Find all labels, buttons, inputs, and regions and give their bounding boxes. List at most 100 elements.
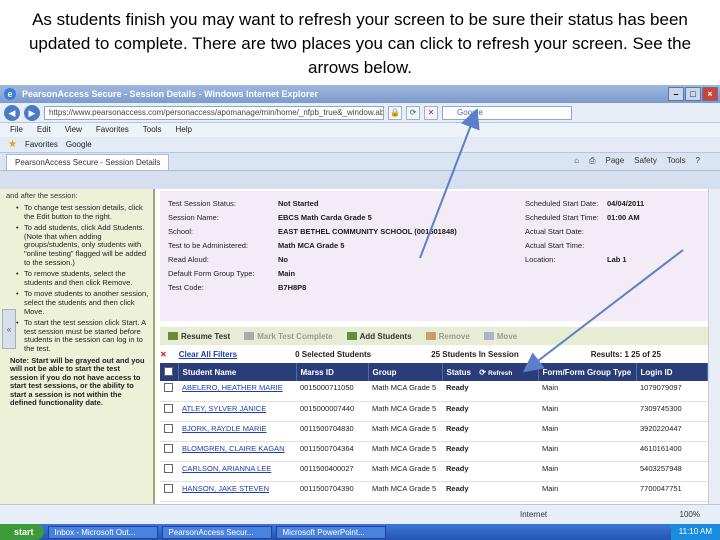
detail-location: Location: Lab 1 bbox=[525, 255, 627, 264]
refresh-link[interactable]: Refresh bbox=[488, 370, 512, 377]
row-checkbox[interactable] bbox=[164, 423, 173, 433]
stop-icon[interactable]: ✕ bbox=[424, 105, 438, 120]
menu-favorites[interactable]: Favorites bbox=[96, 123, 129, 137]
menu-view[interactable]: View bbox=[65, 123, 82, 137]
row-checkbox[interactable] bbox=[164, 383, 173, 392]
form-cell: Main bbox=[538, 481, 636, 502]
add-students-icon bbox=[346, 332, 357, 340]
sidebar-item: To change test session details, click th… bbox=[6, 203, 149, 221]
group-cell: Math MCA Grade 5 bbox=[368, 381, 442, 402]
remove-button[interactable]: Remove bbox=[425, 332, 470, 341]
table-row: BJORK, RAYDLE MARIE 0011500704830 Math M… bbox=[160, 421, 708, 442]
form-cell: Main bbox=[538, 461, 636, 482]
close-icon[interactable]: × bbox=[702, 87, 718, 101]
page-menu[interactable]: Page bbox=[605, 156, 624, 166]
home-icon[interactable]: ⌂ bbox=[574, 156, 579, 166]
help-icon[interactable]: ? bbox=[696, 156, 700, 166]
minimize-icon[interactable]: – bbox=[668, 87, 684, 101]
menu-bar: File Edit View Favorites Tools Help bbox=[0, 123, 720, 137]
login-id-cell: 7700047751 bbox=[636, 481, 708, 502]
form-cell: Main bbox=[538, 381, 636, 402]
marss-id-cell: 0015000711050 bbox=[296, 381, 368, 402]
row-checkbox[interactable] bbox=[164, 443, 173, 453]
marss-id-cell: 0011500400027 bbox=[296, 461, 368, 482]
taskbar-item-ie[interactable]: PearsonAccess Secur... bbox=[161, 525, 272, 539]
print-icon[interactable]: ⎙ bbox=[589, 156, 595, 166]
clear-filters-link[interactable]: Clear All Filters bbox=[179, 350, 237, 359]
move-button[interactable]: Move bbox=[483, 332, 517, 341]
group-cell: Math MCA Grade 5 bbox=[368, 461, 442, 482]
group-cell: Math MCA Grade 5 bbox=[368, 421, 442, 442]
address-bar-row: ◀ ▶ https://www.pearsonaccess.com/person… bbox=[0, 103, 720, 123]
window-titlebar: e PearsonAccess Secure - Session Details… bbox=[0, 85, 720, 103]
table-row: ABELERO, HEATHER MARIE 0015000711050 Mat… bbox=[160, 381, 708, 402]
row-checkbox[interactable] bbox=[164, 463, 173, 473]
mark-complete-button[interactable]: Mark Test Complete bbox=[244, 332, 333, 341]
form-cell: Main bbox=[538, 421, 636, 442]
detail-session-name: Session Name: EBCS Math Carda Grade 5 bbox=[168, 213, 372, 222]
header-student-name[interactable]: Student Name bbox=[178, 363, 297, 381]
student-name-link[interactable]: BLOMGREN, CLAIRE KAGAN bbox=[182, 444, 285, 453]
login-id-cell: 4610161400 bbox=[636, 441, 708, 462]
refresh-icon[interactable]: ⟳ bbox=[479, 368, 486, 377]
clear-filter-icon[interactable]: ✕ bbox=[160, 350, 167, 359]
header-form-group-type[interactable]: Form/Form Group Type bbox=[538, 363, 637, 381]
favorites-label[interactable]: Favorites bbox=[25, 140, 58, 149]
detail-form-group: Default Form Group Type: Main bbox=[168, 269, 296, 278]
select-all-checkbox[interactable] bbox=[164, 366, 173, 376]
tab-session-details[interactable]: PearsonAccess Secure - Session Details bbox=[6, 153, 170, 170]
lock-icon[interactable]: 🔒 bbox=[388, 105, 402, 120]
back-icon[interactable]: ◀ bbox=[4, 104, 20, 121]
student-name-link[interactable]: BJORK, RAYDLE MARIE bbox=[182, 424, 266, 433]
row-checkbox[interactable] bbox=[164, 403, 173, 413]
zoom-level[interactable]: 100% bbox=[680, 510, 700, 519]
header-status[interactable]: Status ⟳ Refresh bbox=[442, 363, 539, 381]
menu-help[interactable]: Help bbox=[175, 123, 191, 137]
sidebar-intro: and after the session: bbox=[6, 191, 78, 200]
student-name-link[interactable]: CARLSON, ARIANNA LEE bbox=[182, 464, 271, 473]
safety-menu[interactable]: Safety bbox=[634, 156, 657, 166]
tab-bar: PearsonAccess Secure - Session Details ⌂… bbox=[0, 153, 720, 171]
tools-menu[interactable]: Tools bbox=[667, 156, 686, 166]
form-cell: Main bbox=[538, 441, 636, 462]
mark-complete-icon bbox=[244, 332, 255, 340]
add-students-button[interactable]: Add Students bbox=[346, 332, 412, 341]
forward-icon[interactable]: ▶ bbox=[24, 104, 40, 121]
group-cell: Math MCA Grade 5 bbox=[368, 481, 442, 502]
status-cell: Ready bbox=[442, 421, 538, 442]
help-sidebar: and after the session: To change test se… bbox=[0, 189, 155, 520]
student-name-link[interactable]: ABELERO, HEATHER MARIE bbox=[182, 383, 283, 392]
start-button[interactable]: start bbox=[0, 524, 44, 540]
student-name-link[interactable]: HANSON, JAKE STEVEN bbox=[182, 484, 269, 493]
row-checkbox[interactable] bbox=[164, 483, 173, 493]
status-cell: Ready bbox=[442, 441, 538, 462]
sidebar-toggle-icon[interactable]: « bbox=[2, 309, 16, 349]
menu-file[interactable]: File bbox=[10, 123, 23, 137]
menu-tools[interactable]: Tools bbox=[143, 123, 162, 137]
search-input[interactable]: Google bbox=[442, 105, 572, 120]
refresh-browser-button[interactable]: ⟳ bbox=[406, 105, 420, 120]
favorites-star-icon[interactable]: ★ bbox=[8, 139, 17, 150]
header-group[interactable]: Group bbox=[368, 363, 443, 381]
student-name-link[interactable]: ATLEY, SYLVER JANICE bbox=[182, 404, 266, 413]
favorite-item-google[interactable]: Google bbox=[66, 140, 92, 149]
detail-sched-date: Scheduled Start Date: 04/04/2011 bbox=[525, 199, 645, 208]
login-id-cell: 5403257948 bbox=[636, 461, 708, 482]
browser-statusbar: Internet 100% bbox=[0, 504, 720, 524]
menu-edit[interactable]: Edit bbox=[37, 123, 51, 137]
header-login-id[interactable]: Login ID bbox=[636, 363, 708, 381]
select-all-header[interactable] bbox=[160, 363, 179, 381]
taskbar-item-outlook[interactable]: Inbox - Microsoft Out... bbox=[47, 525, 158, 539]
filter-row: ✕ Clear All Filters 0 Selected Students … bbox=[160, 347, 708, 361]
sidebar-item: To add students, click Add Students. (No… bbox=[6, 223, 149, 267]
marss-id-cell: 0011500704390 bbox=[296, 481, 368, 502]
resume-test-button[interactable]: Resume Test bbox=[168, 332, 230, 341]
detail-test: Test to be Administered: Math MCA Grade 5 bbox=[168, 241, 345, 250]
address-input[interactable]: https://www.pearsonaccess.com/personacce… bbox=[44, 105, 384, 120]
detail-school: School: EAST BETHEL COMMUNITY SCHOOL (001… bbox=[168, 227, 457, 236]
students-table: Student Name Marss ID Group Status ⟳ Ref… bbox=[160, 363, 708, 502]
vertical-scrollbar[interactable] bbox=[708, 189, 720, 520]
maximize-icon[interactable]: □ bbox=[685, 87, 701, 101]
taskbar-item-powerpoint[interactable]: Microsoft PowerPoint... bbox=[275, 525, 386, 539]
header-marss-id[interactable]: Marss ID bbox=[296, 363, 369, 381]
